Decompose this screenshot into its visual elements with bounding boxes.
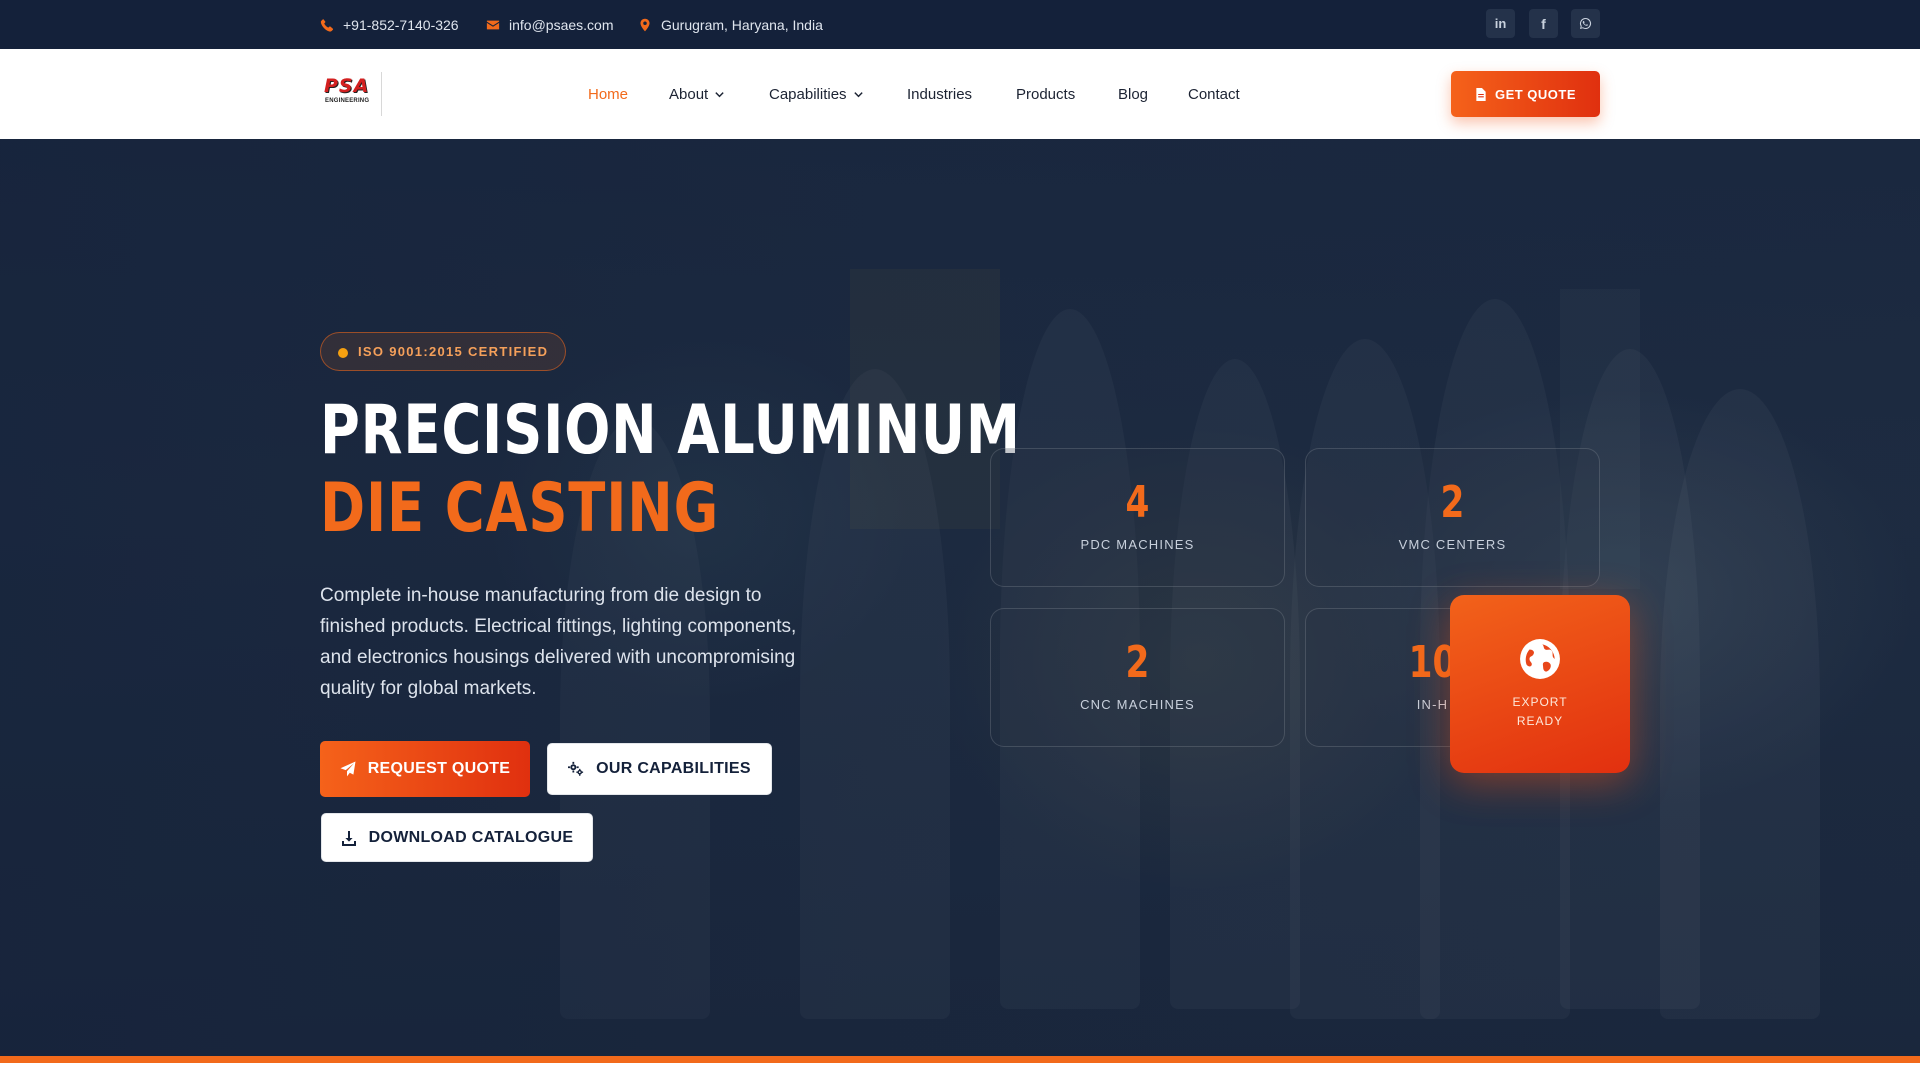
- envelope-icon: [486, 20, 500, 29]
- phone-contact[interactable]: +91-852-7140-326: [320, 0, 459, 49]
- gears-icon: [568, 761, 584, 776]
- nav-blog-label: Blog: [1118, 85, 1149, 103]
- nav-products-label: Products: [1016, 85, 1076, 103]
- map-pin-icon: [640, 18, 650, 31]
- chevron-down-icon: [853, 91, 863, 97]
- chevron-down-icon: [715, 91, 724, 97]
- download-catalogue-label: DOWNLOAD CATALOGUE: [368, 828, 574, 846]
- main-navbar: PSA ENGINEERING Home About Capabilities …: [0, 49, 1920, 139]
- badge-dot: [338, 348, 348, 358]
- whatsapp-icon: [1579, 17, 1592, 30]
- stat-card-pdc: 4 PDC MACHINES: [990, 448, 1285, 587]
- export-line1: EXPORT: [1512, 695, 1568, 709]
- request-quote-button[interactable]: REQUEST QUOTE: [320, 741, 530, 797]
- our-capabilities-label: OUR CAPABILITIES: [596, 760, 751, 777]
- stat-card-vmc: 2 VMC CENTERS: [1305, 448, 1600, 587]
- hero-description: Complete in-house manufacturing from die…: [320, 585, 797, 699]
- hero-title-line1: PRECISION ALUMINUM: [320, 391, 1021, 470]
- nav-capabilities[interactable]: Capabilities: [769, 49, 864, 139]
- stat-value: 4: [1125, 477, 1150, 528]
- stat-card-cnc: 2 CNC MACHINES: [990, 608, 1285, 747]
- export-ready-card: EXPORT READY: [1450, 595, 1630, 773]
- export-label: EXPORT READY: [1450, 693, 1630, 731]
- get-quote-button[interactable]: GET QUOTE: [1451, 71, 1600, 117]
- stat-label: VMC CENTERS: [1398, 537, 1507, 552]
- nav-capabilities-label: Capabilities: [769, 85, 847, 103]
- psa-logo[interactable]: PSA ENGINEERING: [320, 72, 382, 116]
- export-line2: READY: [1516, 714, 1564, 728]
- nav-industries-label: Industries: [907, 85, 973, 103]
- nav-industries[interactable]: Industries: [907, 49, 972, 139]
- stat-label: PDC MACHINES: [1080, 537, 1195, 552]
- nav-blog[interactable]: Blog: [1118, 49, 1148, 139]
- stat-value: 2: [1440, 477, 1465, 528]
- document-icon: [1476, 87, 1486, 101]
- linkedin-icon: in: [1494, 16, 1507, 31]
- location-text: Gurugram, Haryana, India: [661, 16, 823, 33]
- top-contact-bar: +91-852-7140-326 info@psaes.com Gurugram…: [0, 0, 1920, 49]
- whatsapp-link[interactable]: [1571, 9, 1600, 38]
- hero-section: ISO 9001:2015 CERTIFIED PRECISION ALUMIN…: [0, 139, 1920, 1056]
- iso-certified-badge: ISO 9001:2015 CERTIFIED: [320, 332, 567, 371]
- nav-contact-label: Contact: [1188, 85, 1240, 103]
- stat-value: 2: [1125, 637, 1150, 688]
- download-catalogue-button[interactable]: DOWNLOAD CATALOGUE: [321, 813, 593, 862]
- logo-wordmark: PSA: [324, 75, 370, 97]
- nav-about-label: About: [669, 85, 709, 103]
- paper-plane-icon: [340, 761, 356, 777]
- linkedin-link[interactable]: in: [1486, 9, 1515, 38]
- get-quote-label: GET QUOTE: [1494, 86, 1577, 102]
- logo-subtitle: ENGINEERING: [325, 98, 370, 104]
- orange-divider-stripe: [0, 1056, 1920, 1063]
- stat-label: CNC MACHINES: [1080, 697, 1195, 712]
- download-icon: [341, 830, 356, 846]
- phone-text: +91-852-7140-326: [343, 16, 459, 33]
- nav-products[interactable]: Products: [1016, 49, 1075, 139]
- email-text: info@psaes.com: [509, 16, 614, 33]
- nav-home[interactable]: Home: [588, 49, 628, 139]
- hero-title-line2: DIE CASTING: [320, 469, 720, 548]
- badge-text: ISO 9001:2015 CERTIFIED: [358, 344, 549, 359]
- email-contact[interactable]: info@psaes.com: [486, 0, 613, 49]
- phone-icon: [320, 18, 334, 32]
- nav-about[interactable]: About: [669, 49, 725, 139]
- request-quote-label: REQUEST QUOTE: [367, 760, 511, 777]
- facebook-icon: f: [1541, 15, 1546, 32]
- nav-home-label: Home: [588, 85, 629, 103]
- globe-icon: [1520, 639, 1560, 679]
- our-capabilities-button[interactable]: OUR CAPABILITIES: [547, 743, 772, 795]
- nav-contact[interactable]: Contact: [1188, 49, 1240, 139]
- next-section-edge: [0, 1063, 1920, 1080]
- facebook-link[interactable]: f: [1529, 9, 1558, 38]
- location-contact: Gurugram, Haryana, India: [638, 0, 823, 49]
